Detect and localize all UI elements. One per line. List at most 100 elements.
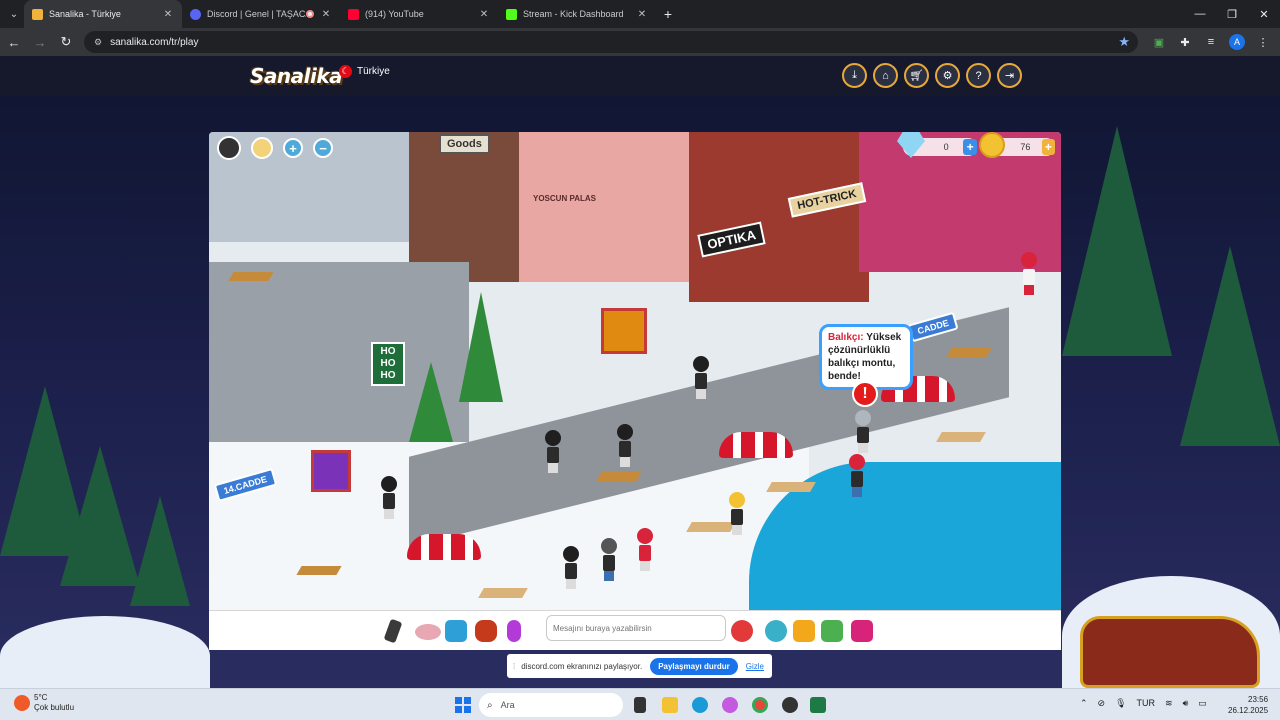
extensions-puzzle-icon[interactable]: ✚ <box>1172 36 1198 49</box>
tab-sanalika[interactable]: Sanalika - Türkiye ✕ <box>24 0 182 28</box>
excel-icon[interactable] <box>810 697 826 713</box>
close-tab-icon[interactable]: ✕ <box>636 9 648 20</box>
reload-button[interactable]: ↻ <box>54 30 78 54</box>
taskbar-clock[interactable]: 23:56 26.12.2025 <box>1228 694 1268 716</box>
home-icon[interactable]: ⌂ <box>873 63 898 88</box>
slippers-icon[interactable] <box>415 624 441 640</box>
santa-character[interactable] <box>1021 252 1037 296</box>
player-character[interactable] <box>729 492 745 536</box>
player-character[interactable] <box>563 546 579 590</box>
tab-title: Sanalika - Türkiye <box>49 9 121 19</box>
forward-button[interactable]: → <box>28 30 52 54</box>
building-pink <box>519 132 699 282</box>
start-button[interactable] <box>455 697 471 713</box>
sanalika-logo[interactable]: Sanalika <box>250 64 343 88</box>
help-icon[interactable]: ? <box>966 63 991 88</box>
fisherman-character[interactable] <box>855 410 871 454</box>
right-tree-decoration <box>1062 126 1172 356</box>
pine-tree-decoration <box>409 362 453 442</box>
player-character[interactable] <box>693 356 709 400</box>
wifi-icon[interactable]: ≋ <box>1165 698 1173 709</box>
street-bench <box>596 472 642 481</box>
building-red <box>689 132 869 302</box>
zoom-out-button[interactable]: − <box>313 138 333 158</box>
player-character[interactable] <box>601 538 617 582</box>
discord-favicon-icon <box>190 8 201 20</box>
new-tab-button[interactable]: + <box>656 6 680 22</box>
player-character[interactable] <box>849 454 865 498</box>
weather-widget[interactable]: 5°C Çok bulutlu <box>14 693 74 713</box>
back-button[interactable]: ← <box>2 30 26 54</box>
weather-icon <box>14 695 30 711</box>
bookmark-star-icon[interactable]: ★ <box>1118 34 1130 50</box>
exclamation-alert-icon[interactable]: ! <box>852 381 878 407</box>
address-bar[interactable]: ⚙ sanalika.com/tr/play ★ <box>84 31 1138 53</box>
player-character[interactable] <box>617 424 633 468</box>
inventory-bag-icon[interactable] <box>475 620 497 642</box>
drag-handle-icon[interactable]: ⁞ <box>513 662 515 671</box>
chat-bubbles-icon[interactable] <box>731 620 753 642</box>
game-canvas[interactable]: Goods YOSCUN PALAS OPTIKA HOT-TRICK HO H… <box>209 132 1061 610</box>
browser-menu-icon[interactable]: ⋮ <box>1250 36 1276 49</box>
pet-robot-icon[interactable] <box>765 620 787 642</box>
app-icon[interactable] <box>782 697 798 713</box>
buy-diamonds-button[interactable]: + <box>963 139 977 155</box>
chat-message-input[interactable] <box>546 615 726 641</box>
microphone-icon[interactable]: 🎙︎ <box>1115 698 1126 709</box>
profile-avatar-icon[interactable]: A <box>1229 34 1245 50</box>
tab-youtube[interactable]: (914) YouTube ✕ <box>340 0 498 28</box>
tab-kick[interactable]: Stream - Kick Dashboard ✕ <box>498 0 656 28</box>
tab-search-menu-icon[interactable]: ⌄ <box>4 4 24 24</box>
recording-indicator-icon <box>306 10 314 18</box>
site-info-icon[interactable]: ⚙ <box>94 37 102 48</box>
url-text[interactable]: sanalika.com/tr/play <box>110 37 1118 48</box>
language-indicator[interactable]: TUR <box>1137 698 1156 709</box>
weather-temp: 5°C <box>34 693 48 702</box>
edge-icon[interactable] <box>692 697 708 713</box>
player-character[interactable] <box>545 430 561 474</box>
trophy-icon[interactable] <box>793 620 815 642</box>
media-control-icon[interactable]: ≡ <box>1198 36 1224 48</box>
maximize-button[interactable]: ❐ <box>1216 8 1248 21</box>
copilot-icon[interactable] <box>722 697 738 713</box>
task-view-icon[interactable] <box>634 697 646 713</box>
zoom-in-button[interactable]: + <box>283 138 303 158</box>
minimize-button[interactable]: — <box>1184 8 1216 21</box>
buy-coins-button[interactable]: + <box>1041 139 1055 155</box>
settings-icon[interactable]: ⚙ <box>935 63 960 88</box>
status-badge-icon[interactable] <box>251 137 273 159</box>
tab-title: Discord | Genel | TAŞACAK <box>207 9 306 19</box>
close-tab-icon[interactable]: ✕ <box>320 9 332 20</box>
clothing-icon[interactable] <box>445 620 467 642</box>
dance-action-icon[interactable] <box>507 620 521 642</box>
extension-icon[interactable]: ▣ <box>1146 36 1172 49</box>
tray-overflow-icon[interactable]: ⌃ <box>1080 698 1088 709</box>
coin-counter: 76 + <box>979 132 1055 158</box>
phone-icon[interactable] <box>383 618 403 644</box>
chrome-icon[interactable] <box>752 697 768 713</box>
building-brick <box>409 132 519 282</box>
close-tab-icon[interactable]: ✕ <box>162 9 174 20</box>
tray-app-icon[interactable]: ⊘ <box>1098 698 1106 709</box>
logout-icon[interactable]: ⇥ <box>997 63 1022 88</box>
taskbar-search[interactable]: ⌕ Ara <box>479 693 623 717</box>
speech-speaker: Balıkçı: <box>828 332 864 343</box>
dropdown-menu-icon[interactable] <box>851 620 873 642</box>
player-avatar[interactable] <box>217 136 241 160</box>
stop-sharing-button[interactable]: Paylaşmayı durdur <box>650 657 738 675</box>
close-window-button[interactable]: ✕ <box>1248 8 1280 21</box>
cart-icon[interactable]: 🛒︎ <box>904 63 929 88</box>
island-icon[interactable] <box>821 620 843 642</box>
country-selector[interactable]: ☾ Türkiye <box>339 65 390 78</box>
tab-discord[interactable]: Discord | Genel | TAŞACAK ✕ <box>182 0 340 28</box>
player-character[interactable] <box>381 476 397 520</box>
download-icon[interactable]: ⤓ <box>842 63 867 88</box>
volume-icon[interactable]: 🔊︎ <box>1183 698 1189 709</box>
hide-banner-link[interactable]: Gizle <box>746 662 764 671</box>
hud-left: + − <box>217 136 333 160</box>
battery-icon[interactable]: ▭ <box>1198 698 1207 709</box>
weather-desc: Çok bulutlu <box>34 703 75 712</box>
file-explorer-icon[interactable] <box>662 697 678 713</box>
close-tab-icon[interactable]: ✕ <box>478 9 490 20</box>
player-character[interactable] <box>637 528 653 572</box>
